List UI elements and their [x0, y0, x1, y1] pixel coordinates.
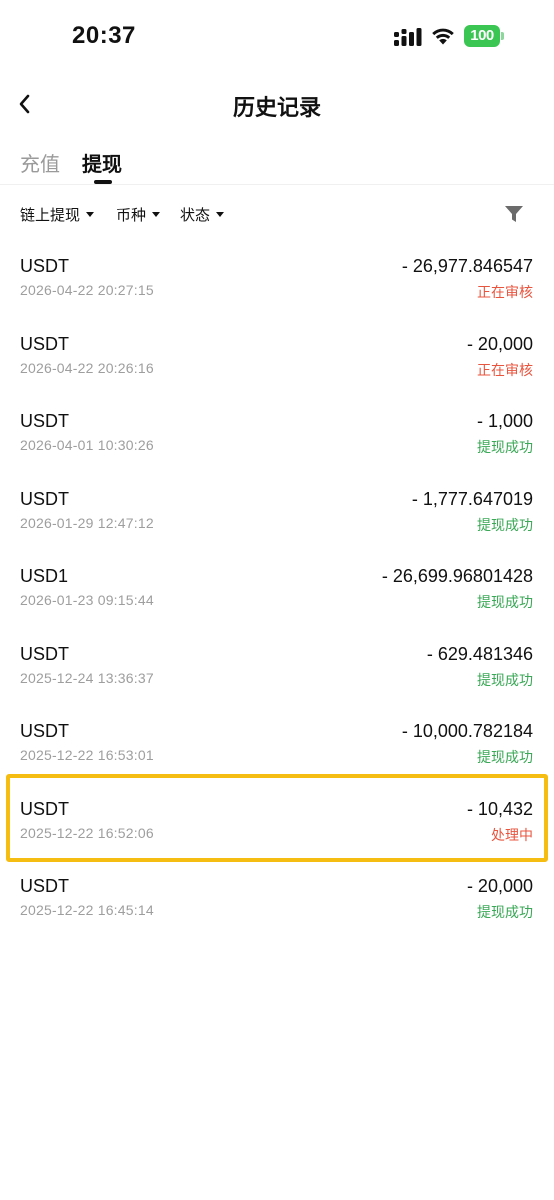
caret-down-icon	[86, 212, 95, 217]
list-item[interactable]: USDT 2025-12-22 16:45:14 - 20,000 提现成功	[0, 866, 554, 944]
filter-status-label: 状态	[180, 207, 211, 224]
list-item[interactable]: USDT 2026-04-22 20:26:16 - 20,000 正在审核	[0, 324, 554, 402]
active-tab-indicator	[94, 180, 112, 184]
list-item[interactable]: USD1 2026-01-23 09:15:44 - 26,699.968014…	[0, 556, 554, 634]
caret-down-icon	[152, 212, 161, 217]
record-time: 2025-12-22 16:53:01	[20, 747, 154, 763]
filter-status[interactable]: 状态	[180, 204, 225, 225]
record-status: 正在审核	[477, 361, 533, 378]
record-amount: - 10,000.782184	[401, 721, 533, 741]
record-status: 提现成功	[477, 904, 533, 920]
wifi-icon	[432, 28, 454, 45]
nav-header: 历史记录	[0, 76, 554, 136]
filter-withdraw-type-label: 链上提现	[20, 207, 81, 224]
record-status: 提现成功	[477, 671, 533, 688]
list-item[interactable]: USDT 2025-12-22 16:53:01 - 10,000.782184…	[0, 711, 554, 789]
record-coin: USDT	[20, 333, 69, 354]
record-amount: - 1,000	[476, 411, 533, 431]
list-item[interactable]: USDT 2025-12-24 13:36:37 - 629.481346 提现…	[0, 634, 554, 712]
record-status: 正在审核	[477, 284, 533, 300]
record-coin: USDT	[20, 798, 69, 819]
record-time: 2025-12-24 13:36:37	[20, 669, 154, 686]
status-bar: 20:37 100	[0, 0, 554, 76]
record-coin: USDT	[20, 411, 69, 431]
record-amount: - 20,000	[466, 876, 533, 896]
list-item[interactable]: USDT 2026-04-01 10:30:26 - 1,000 提现成功	[0, 401, 554, 479]
record-amount: - 26,977.846547	[401, 256, 533, 276]
record-status: 提现成功	[477, 439, 533, 455]
caret-down-icon	[216, 212, 225, 217]
battery-tip	[501, 32, 504, 40]
record-time: 2026-01-29 12:47:12	[20, 514, 154, 531]
funnel-icon[interactable]	[504, 204, 524, 224]
battery-level: 100	[464, 25, 500, 47]
record-status: 提现成功	[477, 749, 533, 765]
record-status: 提现成功	[477, 516, 533, 533]
record-status: 处理中	[491, 826, 533, 843]
record-amount: - 1,777.647019	[411, 488, 533, 509]
filter-withdraw-type[interactable]: 链上提现	[20, 204, 95, 225]
filter-bar: 链上提现 币种 状态	[0, 196, 554, 232]
record-list: USDT 2026-04-22 20:27:15 - 26,977.846547…	[0, 246, 554, 944]
filter-coin[interactable]: 币种	[116, 204, 161, 225]
record-time: 2025-12-22 16:45:14	[20, 902, 154, 918]
status-time: 20:37	[72, 22, 136, 49]
record-coin: USDT	[20, 488, 69, 509]
record-amount: - 26,699.96801428	[381, 566, 533, 586]
tab-bar: 充值 提现	[0, 140, 554, 185]
record-time: 2026-04-22 20:26:16	[20, 359, 154, 376]
record-amount: - 629.481346	[426, 643, 533, 664]
list-item[interactable]: USDT 2026-04-22 20:27:15 - 26,977.846547…	[0, 246, 554, 324]
record-coin: USD1	[20, 566, 69, 586]
record-time: 2026-01-23 09:15:44	[20, 592, 154, 608]
record-coin: USDT	[20, 721, 69, 741]
record-amount: - 20,000	[466, 333, 533, 354]
record-coin: USDT	[20, 876, 69, 896]
tab-deposit[interactable]: 充值	[20, 148, 60, 177]
record-amount: - 10,432	[466, 798, 533, 819]
list-item[interactable]: USDT 2025-12-22 16:52:06 - 10,432 处理中	[0, 789, 554, 867]
record-coin: USDT	[20, 643, 69, 664]
record-coin: USDT	[20, 256, 69, 276]
filter-coin-label: 币种	[116, 207, 147, 224]
record-time: 2026-04-22 20:27:15	[20, 282, 154, 298]
record-time: 2025-12-22 16:52:06	[20, 824, 154, 841]
record-status: 提现成功	[477, 594, 533, 610]
list-item[interactable]: USDT 2026-01-29 12:47:12 - 1,777.647019 …	[0, 479, 554, 557]
tab-withdraw[interactable]: 提现	[82, 148, 122, 177]
page-title: 历史记录	[232, 95, 321, 120]
record-time: 2026-04-01 10:30:26	[20, 437, 154, 453]
signal-icon	[394, 28, 422, 46]
battery-icon: 100	[464, 25, 504, 47]
